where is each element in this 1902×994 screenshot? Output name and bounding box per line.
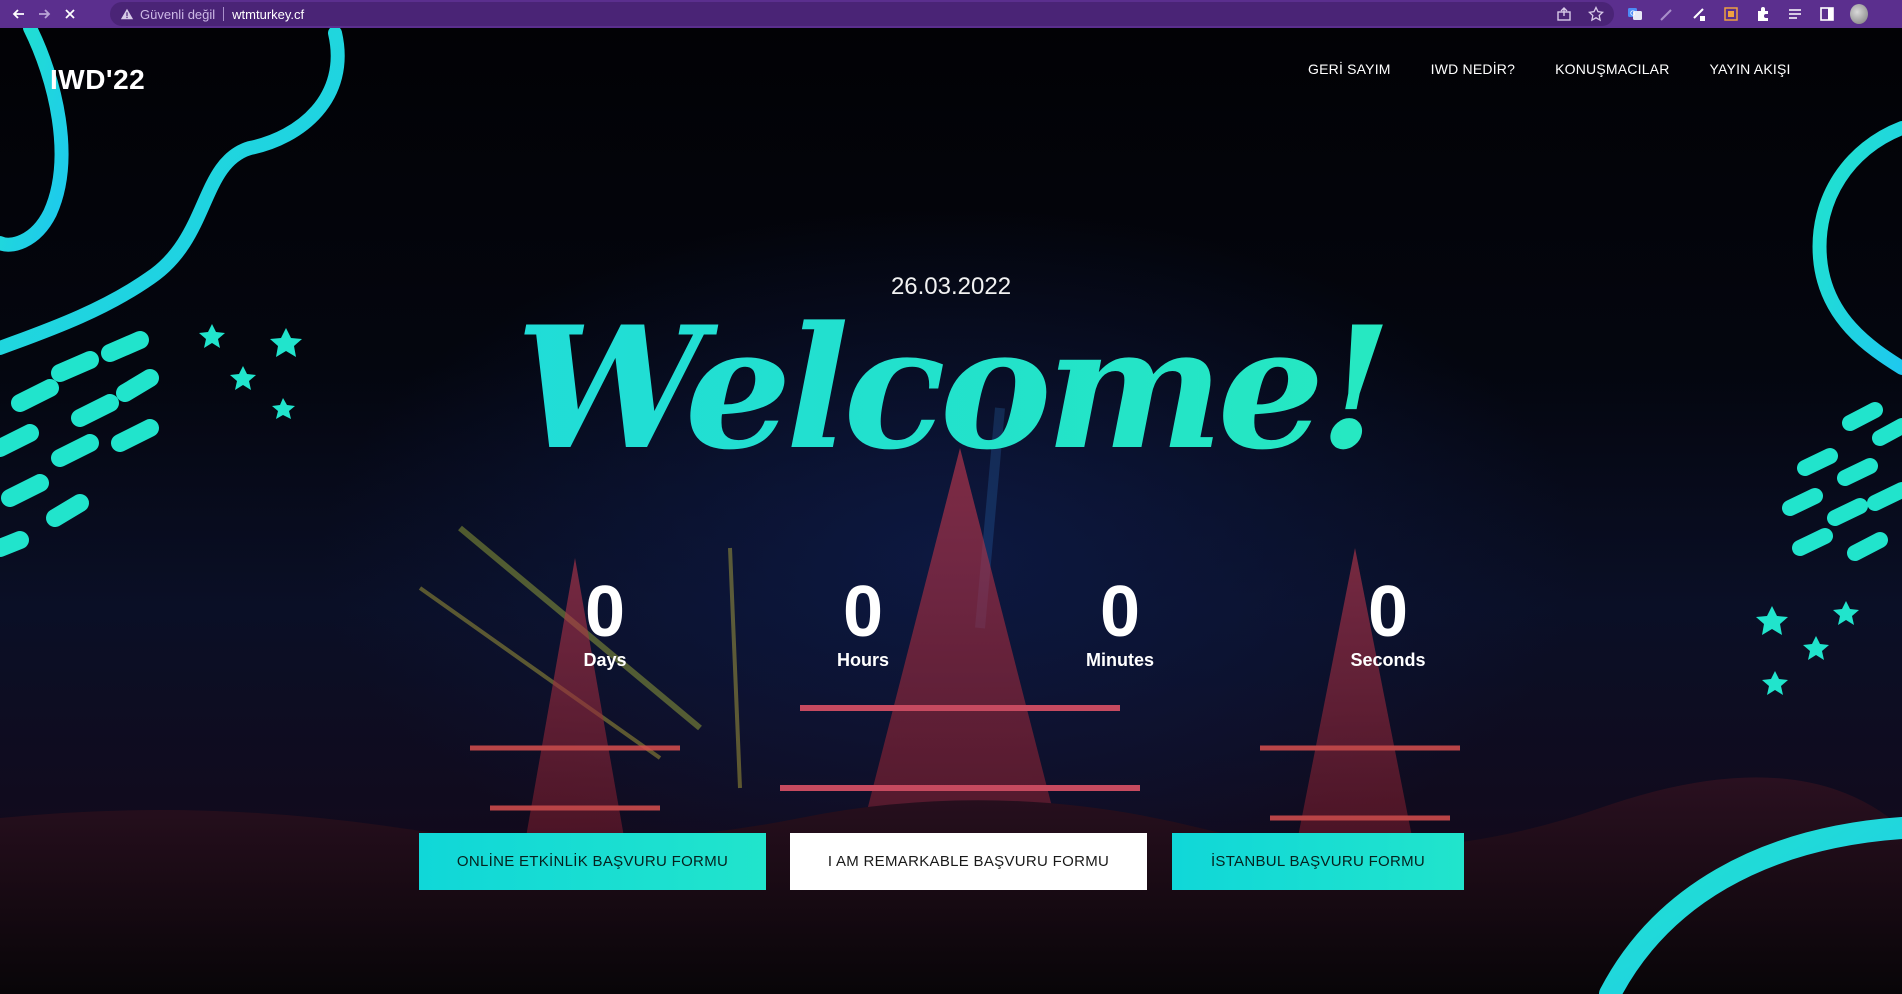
reading-list-icon: [1789, 9, 1801, 19]
online-event-form-button[interactable]: ONLİNE ETKİNLİK BAŞVURU FORMU: [419, 833, 766, 890]
reading-list-button[interactable]: [1786, 5, 1804, 23]
countdown-days-value: 0: [584, 572, 626, 652]
side-panel-button[interactable]: [1818, 5, 1836, 23]
countdown-hours: 0 Hours: [803, 576, 923, 671]
pen-extension[interactable]: [1658, 5, 1676, 23]
neon-stars-right: [1756, 601, 1859, 695]
countdown-minutes-label: Minutes: [1085, 650, 1154, 670]
bookmark-star-icon[interactable]: [1588, 6, 1604, 22]
forward-button[interactable]: [31, 1, 57, 27]
countdown-minutes: 0 Minutes: [1060, 576, 1180, 671]
countdown-minutes-value: 0: [1099, 572, 1141, 652]
warning-icon: [120, 8, 134, 20]
main-nav: GERİ SAYIM IWD NEDİR? KONUŞMACILAR YAYIN…: [1308, 61, 1791, 77]
extensions-button[interactable]: [1754, 5, 1772, 23]
back-button[interactable]: [6, 1, 32, 27]
translate-extension[interactable]: G: [1626, 5, 1644, 23]
side-panel-icon: [1820, 7, 1834, 21]
nav-link-about[interactable]: IWD NEDİR?: [1431, 61, 1515, 77]
extensions-bar: G: [1626, 4, 1868, 24]
screenshot-extension[interactable]: [1722, 5, 1740, 23]
countdown-days: 0 Days: [545, 576, 665, 671]
countdown-seconds-value: 0: [1367, 572, 1409, 652]
site-logo[interactable]: IWD'22: [50, 64, 145, 96]
nav-link-speakers[interactable]: KONUŞMACILAR: [1555, 61, 1669, 77]
url-text[interactable]: wtmturkey.cf: [232, 7, 304, 22]
nav-link-countdown[interactable]: GERİ SAYIM: [1308, 61, 1391, 77]
stop-loading-button[interactable]: [57, 1, 83, 27]
profile-avatar-icon: [1850, 4, 1868, 24]
screenshot-icon: [1724, 7, 1738, 21]
hero-title: Welcome!: [0, 304, 1902, 472]
address-bar[interactable]: Güvenli değil wtmturkey.cf: [110, 2, 1614, 26]
countdown-seconds-label: Seconds: [1350, 650, 1426, 670]
countdown-hours-label: Hours: [836, 650, 889, 670]
extensions-icon: [1758, 7, 1768, 21]
share-icon[interactable]: [1556, 6, 1572, 22]
i-am-remarkable-form-button[interactable]: I AM REMARKABLE BAŞVURU FORMU: [790, 833, 1147, 890]
browser-toolbar: Güvenli değil wtmturkey.cf G: [0, 0, 1902, 28]
stop-loading-icon: [65, 9, 75, 19]
pen-icon: [1660, 9, 1672, 21]
countdown-hours-value: 0: [842, 572, 884, 652]
security-status[interactable]: Güvenli değil: [140, 7, 215, 22]
translate-icon: G: [1628, 8, 1642, 20]
back-arrow-icon: [12, 9, 24, 19]
istanbul-form-button[interactable]: İSTANBUL BAŞVURU FORMU: [1172, 833, 1464, 890]
countdown-seconds: 0 Seconds: [1328, 576, 1448, 671]
countdown-days-label: Days: [583, 650, 627, 670]
address-divider: [223, 7, 225, 21]
draw-extension[interactable]: [1690, 5, 1708, 23]
forward-arrow-icon: [39, 9, 51, 19]
page-viewport: IWD'22 GERİ SAYIM IWD NEDİR? KONUŞMACILA…: [0, 28, 1902, 994]
profile-button[interactable]: [1850, 4, 1868, 24]
brush-icon: [1693, 8, 1705, 21]
nav-link-schedule[interactable]: YAYIN AKIŞI: [1710, 61, 1791, 77]
svg-text:G: G: [1630, 10, 1635, 18]
